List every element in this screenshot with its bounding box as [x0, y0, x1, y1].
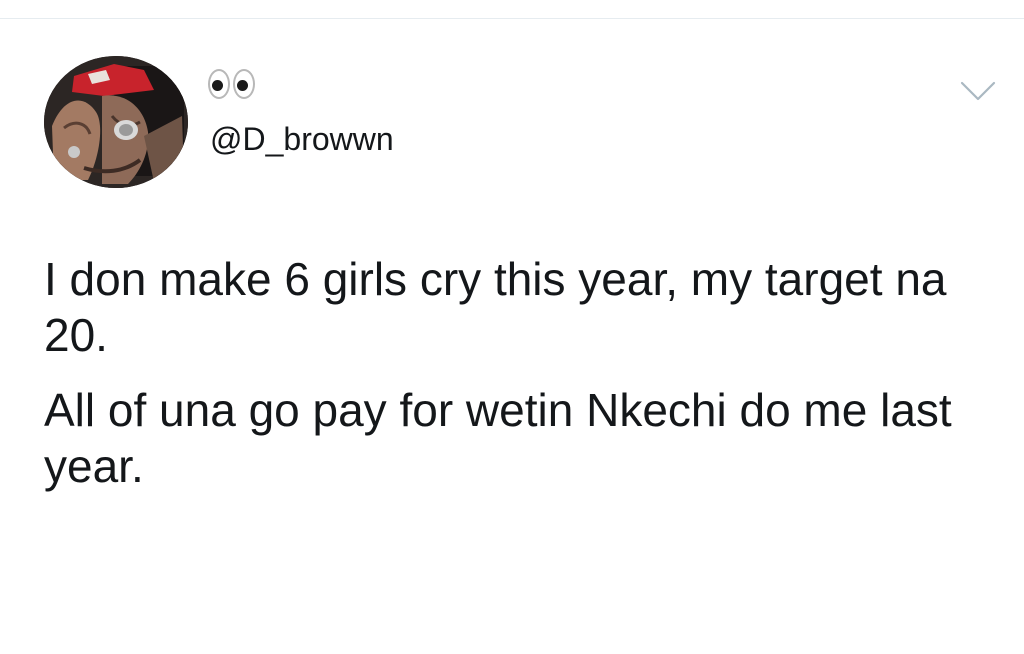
avatar[interactable]	[44, 56, 188, 188]
tweet-paragraph: All of una go pay for wetin Nkechi do me…	[44, 384, 952, 492]
eye-icon	[208, 69, 230, 99]
tweet-paragraph: I don make 6 girls cry this year, my tar…	[44, 253, 947, 361]
tweet-card: @D_browwn I don make 6 girls cry this ye…	[0, 19, 1024, 654]
avatar-image	[44, 56, 188, 188]
eye-icon	[233, 69, 255, 99]
tweet-text: I don make 6 girls cry this year, my tar…	[44, 251, 984, 513]
display-name[interactable]	[208, 63, 258, 105]
user-handle[interactable]: @D_browwn	[210, 119, 394, 159]
chevron-down-icon[interactable]	[958, 79, 998, 103]
